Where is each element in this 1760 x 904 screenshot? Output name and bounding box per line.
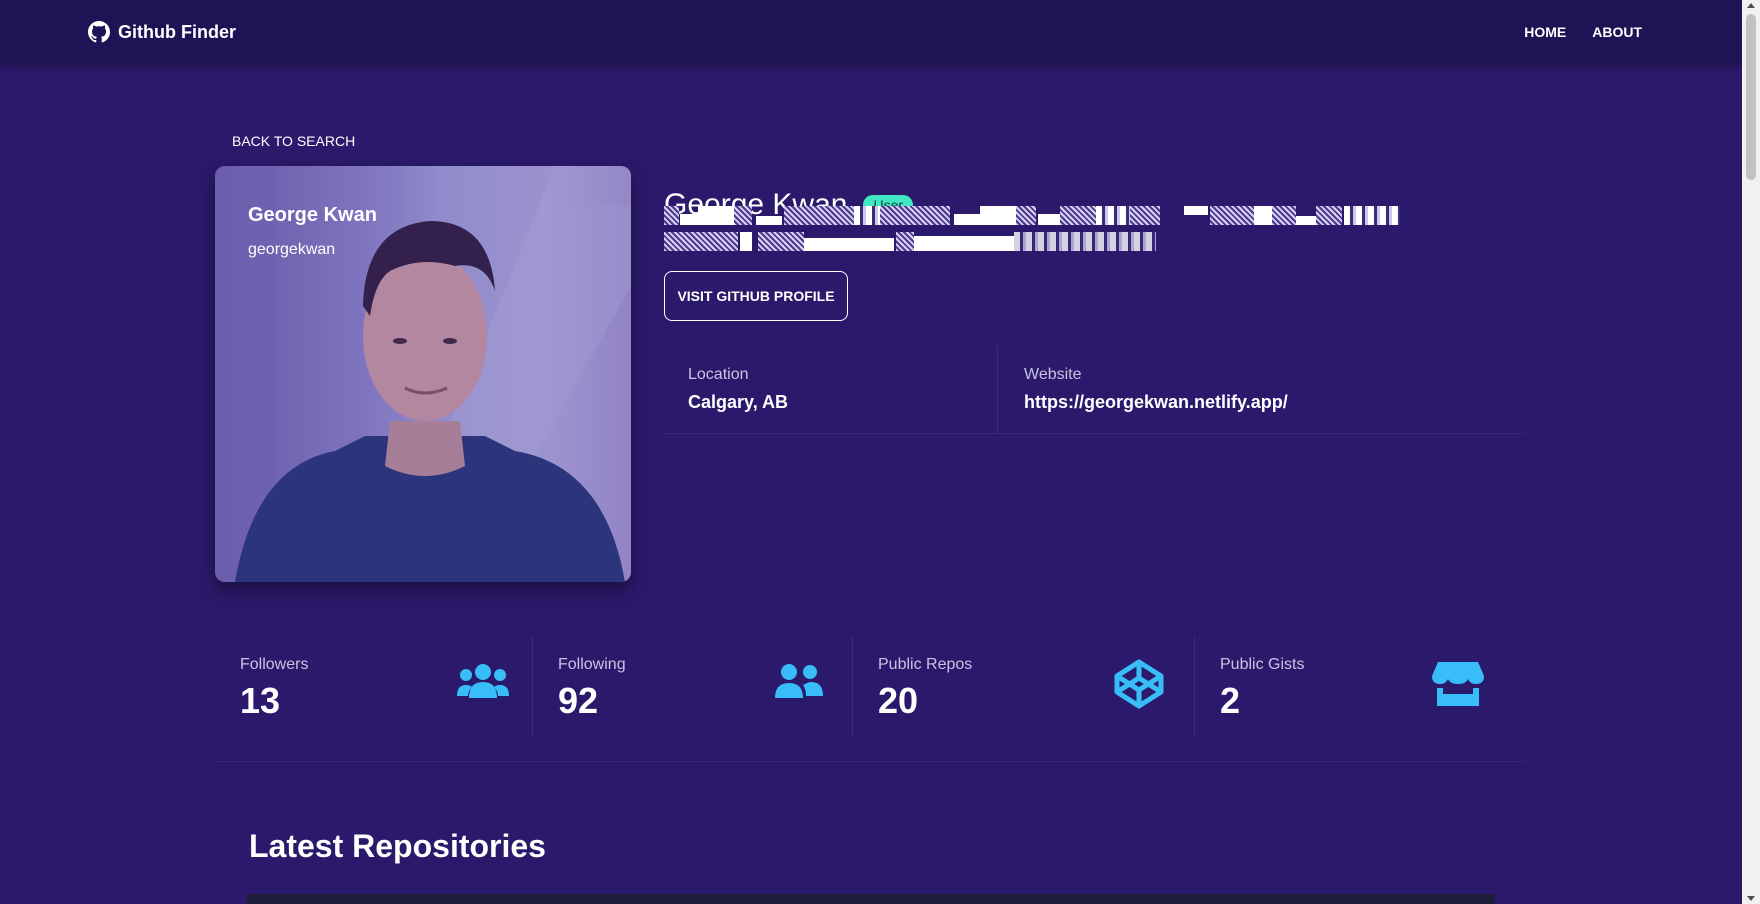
stat-label: Public Repos bbox=[878, 656, 973, 673]
info-panel: Location Calgary, AB Website https://geo… bbox=[664, 346, 1524, 434]
stat-label: Public Gists bbox=[1220, 656, 1305, 673]
codepen-icon bbox=[1114, 659, 1164, 709]
avatar-name: George Kwan bbox=[248, 204, 377, 226]
website-link[interactable]: https://georgekwan.netlify.app/ bbox=[1024, 392, 1288, 413]
brand-name: Github Finder bbox=[118, 21, 236, 42]
avatar-login: georgekwan bbox=[248, 241, 336, 258]
nav-links: HOME ABOUT bbox=[1524, 0, 1642, 64]
location-label: Location bbox=[688, 366, 749, 383]
stats-panel: Followers 13 Following 92 Public Repos 2… bbox=[215, 636, 1525, 762]
stat-public-gists: Public Gists 2 bbox=[1195, 636, 1525, 738]
stat-value: 2 bbox=[1220, 680, 1241, 721]
navbar: Github Finder HOME ABOUT bbox=[0, 0, 1742, 64]
brand-link[interactable]: Github Finder bbox=[88, 0, 236, 64]
stat-label: Following bbox=[558, 656, 626, 673]
website-item: Website https://georgekwan.netlify.app/ bbox=[998, 346, 1524, 434]
bio-redacted bbox=[664, 206, 1464, 252]
stat-public-repos: Public Repos 20 bbox=[853, 636, 1195, 738]
back-to-search-link[interactable]: BACK TO SEARCH bbox=[232, 133, 355, 149]
stat-value: 92 bbox=[558, 680, 599, 721]
scroll-up-icon[interactable] bbox=[1747, 3, 1755, 8]
stat-label: Followers bbox=[240, 656, 309, 673]
stat-following: Following 92 bbox=[533, 636, 853, 738]
store-icon bbox=[1432, 662, 1484, 706]
latest-repositories-title: Latest Repositories bbox=[249, 828, 546, 864]
nav-about-link[interactable]: ABOUT bbox=[1592, 24, 1642, 40]
scrollbar-thumb[interactable] bbox=[1746, 14, 1756, 180]
stat-followers: Followers 13 bbox=[215, 636, 533, 738]
avatar-card: George Kwan georgekwan bbox=[215, 166, 631, 582]
github-icon bbox=[88, 21, 110, 43]
website-label: Website bbox=[1024, 366, 1082, 383]
stat-value: 13 bbox=[240, 680, 281, 721]
user-friends-icon bbox=[775, 664, 823, 698]
nav-home-link[interactable]: HOME bbox=[1524, 24, 1566, 40]
location-item: Location Calgary, AB bbox=[664, 346, 998, 434]
avatar-overlay bbox=[215, 166, 631, 582]
visit-github-profile-button[interactable]: VISIT GITHUB PROFILE bbox=[664, 271, 848, 321]
stat-value: 20 bbox=[878, 680, 919, 721]
repo-list bbox=[247, 894, 1495, 904]
scroll-down-icon[interactable] bbox=[1747, 896, 1755, 901]
users-icon bbox=[457, 664, 509, 698]
location-value: Calgary, AB bbox=[688, 392, 789, 412]
page-scrollbar[interactable] bbox=[1742, 0, 1760, 904]
